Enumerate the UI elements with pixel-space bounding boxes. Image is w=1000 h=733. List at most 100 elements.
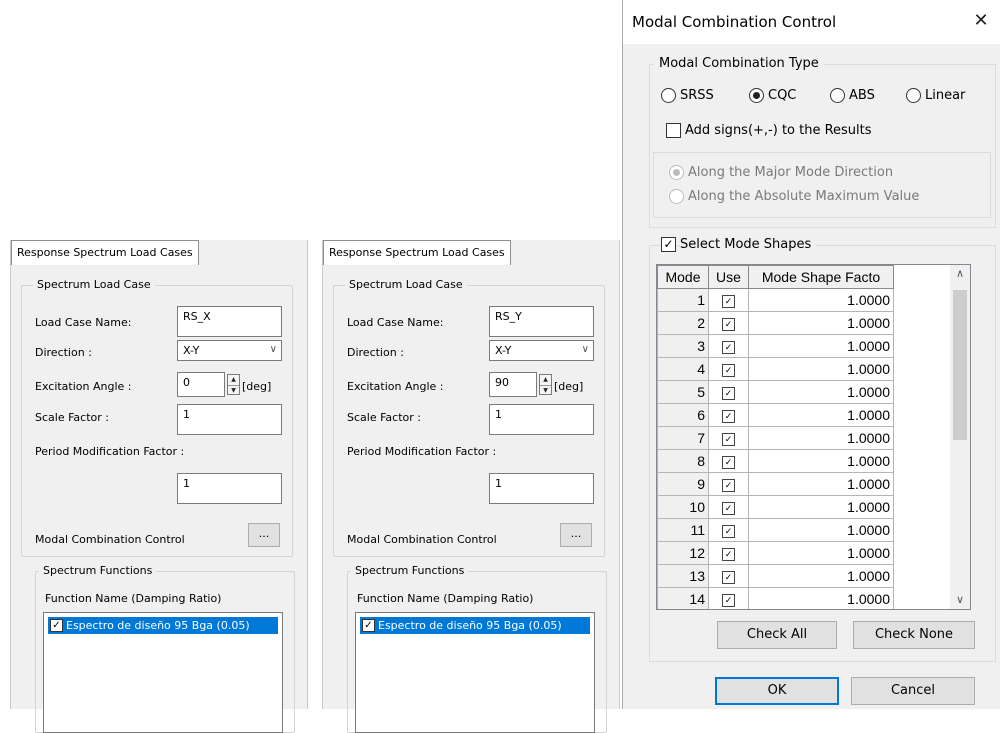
- use-checkbox-icon[interactable]: ✓: [722, 455, 735, 469]
- use-cell[interactable]: ✓: [708, 403, 749, 427]
- mode-shape-factor-cell[interactable]: 1.0000: [748, 587, 894, 609]
- table-row[interactable]: 4 ✓ 1.0000: [657, 357, 894, 381]
- load-case-name-input[interactable]: RS_Y: [489, 306, 594, 337]
- scrollbar-thumb[interactable]: [953, 290, 967, 440]
- direction-select[interactable]: X-Y ∨: [489, 340, 594, 361]
- mode-shapes-grid[interactable]: Mode Use Mode Shape Facto 1 ✓ 1.0000 2 ✓ 1.00…: [656, 264, 971, 610]
- scroll-up-icon[interactable]: ∧: [950, 265, 970, 283]
- use-cell[interactable]: ✓: [708, 472, 749, 496]
- table-row[interactable]: 9 ✓ 1.0000: [657, 472, 894, 496]
- function-list-item[interactable]: ✓ Espectro de diseño 95 Bga (0.05): [48, 617, 278, 634]
- column-header-use[interactable]: Use: [708, 265, 749, 289]
- use-cell[interactable]: ✓: [708, 541, 749, 565]
- mode-shape-factor-cell[interactable]: 1.0000: [748, 541, 894, 565]
- use-cell[interactable]: ✓: [708, 426, 749, 450]
- use-checkbox-icon[interactable]: ✓: [722, 386, 735, 400]
- use-checkbox-icon[interactable]: ✓: [722, 340, 735, 354]
- table-row[interactable]: 2 ✓ 1.0000: [657, 311, 894, 335]
- use-checkbox-icon[interactable]: ✓: [722, 593, 735, 607]
- modal-combination-button[interactable]: ...: [560, 523, 592, 547]
- check-none-button[interactable]: Check None: [853, 621, 975, 649]
- mode-shape-factor-cell[interactable]: 1.0000: [748, 403, 894, 427]
- ok-button[interactable]: OK: [715, 677, 839, 705]
- table-row[interactable]: 5 ✓ 1.0000: [657, 380, 894, 404]
- table-row[interactable]: 11 ✓ 1.0000: [657, 518, 894, 542]
- checkbox-icon[interactable]: ✓: [362, 619, 375, 632]
- use-checkbox-icon[interactable]: ✓: [722, 524, 735, 538]
- column-header-factor[interactable]: Mode Shape Facto: [748, 265, 894, 289]
- use-checkbox-icon[interactable]: ✓: [722, 570, 735, 584]
- table-row[interactable]: 13 ✓ 1.0000: [657, 564, 894, 588]
- mode-shape-factor-cell[interactable]: 1.0000: [748, 357, 894, 381]
- add-signs-checkbox[interactable]: [666, 123, 681, 138]
- use-checkbox-icon[interactable]: ✓: [722, 547, 735, 561]
- mode-shape-factor-cell[interactable]: 1.0000: [748, 426, 894, 450]
- mode-shape-factor-cell[interactable]: 1.0000: [748, 311, 894, 335]
- use-cell[interactable]: ✓: [708, 311, 749, 335]
- vertical-scrollbar[interactable]: ∧ ∨: [950, 265, 970, 609]
- load-case-name-input[interactable]: RS_X: [177, 306, 282, 337]
- period-modification-input[interactable]: 1: [177, 473, 282, 504]
- select-mode-shapes-checkbox[interactable]: ✓: [661, 237, 676, 252]
- excitation-angle-spinner[interactable]: ▲ ▼: [539, 374, 552, 395]
- use-checkbox-icon[interactable]: ✓: [722, 363, 735, 377]
- tab-response-spectrum-load-cases[interactable]: Response Spectrum Load Cases: [11, 240, 199, 265]
- use-cell[interactable]: ✓: [708, 380, 749, 404]
- use-cell[interactable]: ✓: [708, 564, 749, 588]
- radio-major-mode[interactable]: [669, 165, 684, 180]
- spin-up-icon[interactable]: ▲: [228, 375, 239, 385]
- mode-shape-factor-cell[interactable]: 1.0000: [748, 288, 894, 312]
- table-row[interactable]: 7 ✓ 1.0000: [657, 426, 894, 450]
- use-cell[interactable]: ✓: [708, 449, 749, 473]
- scroll-down-icon[interactable]: ∨: [950, 591, 970, 609]
- spin-down-icon[interactable]: ▼: [228, 385, 239, 396]
- scale-factor-input[interactable]: 1: [489, 404, 594, 435]
- radio-abs[interactable]: [830, 88, 845, 103]
- tab-response-spectrum-load-cases[interactable]: Response Spectrum Load Cases: [323, 240, 511, 265]
- mode-shape-factor-cell[interactable]: 1.0000: [748, 380, 894, 404]
- function-list[interactable]: ✓ Espectro de diseño 95 Bga (0.05): [43, 612, 283, 733]
- spin-up-icon[interactable]: ▲: [540, 375, 551, 385]
- use-cell[interactable]: ✓: [708, 587, 749, 609]
- use-cell[interactable]: ✓: [708, 518, 749, 542]
- column-header-mode[interactable]: Mode: [657, 265, 709, 289]
- table-row[interactable]: 6 ✓ 1.0000: [657, 403, 894, 427]
- mode-shape-factor-cell[interactable]: 1.0000: [748, 495, 894, 519]
- mode-shape-factor-cell[interactable]: 1.0000: [748, 449, 894, 473]
- use-checkbox-icon[interactable]: ✓: [722, 409, 735, 423]
- excitation-angle-input[interactable]: 90: [489, 372, 537, 397]
- use-checkbox-icon[interactable]: ✓: [722, 501, 735, 515]
- mode-shape-factor-cell[interactable]: 1.0000: [748, 334, 894, 358]
- radio-linear[interactable]: [906, 88, 921, 103]
- excitation-angle-input[interactable]: 0: [177, 372, 225, 397]
- checkbox-icon[interactable]: ✓: [50, 619, 63, 632]
- use-cell[interactable]: ✓: [708, 357, 749, 381]
- excitation-angle-spinner[interactable]: ▲ ▼: [227, 374, 240, 395]
- use-cell[interactable]: ✓: [708, 495, 749, 519]
- function-list-item[interactable]: ✓ Espectro de diseño 95 Bga (0.05): [360, 617, 590, 634]
- mode-shape-factor-cell[interactable]: 1.0000: [748, 564, 894, 588]
- close-icon[interactable]: ✕: [968, 9, 994, 33]
- radio-absolute-max[interactable]: [669, 189, 684, 204]
- table-row[interactable]: 1 ✓ 1.0000: [657, 288, 894, 312]
- use-cell[interactable]: ✓: [708, 334, 749, 358]
- modal-combination-button[interactable]: ...: [248, 523, 280, 547]
- use-checkbox-icon[interactable]: ✓: [722, 432, 735, 446]
- table-row[interactable]: 3 ✓ 1.0000: [657, 334, 894, 358]
- function-list[interactable]: ✓ Espectro de diseño 95 Bga (0.05): [355, 612, 595, 733]
- period-modification-input[interactable]: 1: [489, 473, 594, 504]
- radio-srss[interactable]: [661, 88, 676, 103]
- use-checkbox-icon[interactable]: ✓: [722, 294, 735, 308]
- mode-shape-factor-cell[interactable]: 1.0000: [748, 518, 894, 542]
- cancel-button[interactable]: Cancel: [851, 677, 975, 705]
- table-row[interactable]: 10 ✓ 1.0000: [657, 495, 894, 519]
- table-row[interactable]: 14 ✓ 1.0000: [657, 587, 894, 609]
- radio-cqc[interactable]: [749, 88, 764, 103]
- direction-select[interactable]: X-Y ∨: [177, 340, 282, 361]
- mode-shape-factor-cell[interactable]: 1.0000: [748, 472, 894, 496]
- scale-factor-input[interactable]: 1: [177, 404, 282, 435]
- use-cell[interactable]: ✓: [708, 288, 749, 312]
- table-row[interactable]: 12 ✓ 1.0000: [657, 541, 894, 565]
- spin-down-icon[interactable]: ▼: [540, 385, 551, 396]
- check-all-button[interactable]: Check All: [717, 621, 837, 649]
